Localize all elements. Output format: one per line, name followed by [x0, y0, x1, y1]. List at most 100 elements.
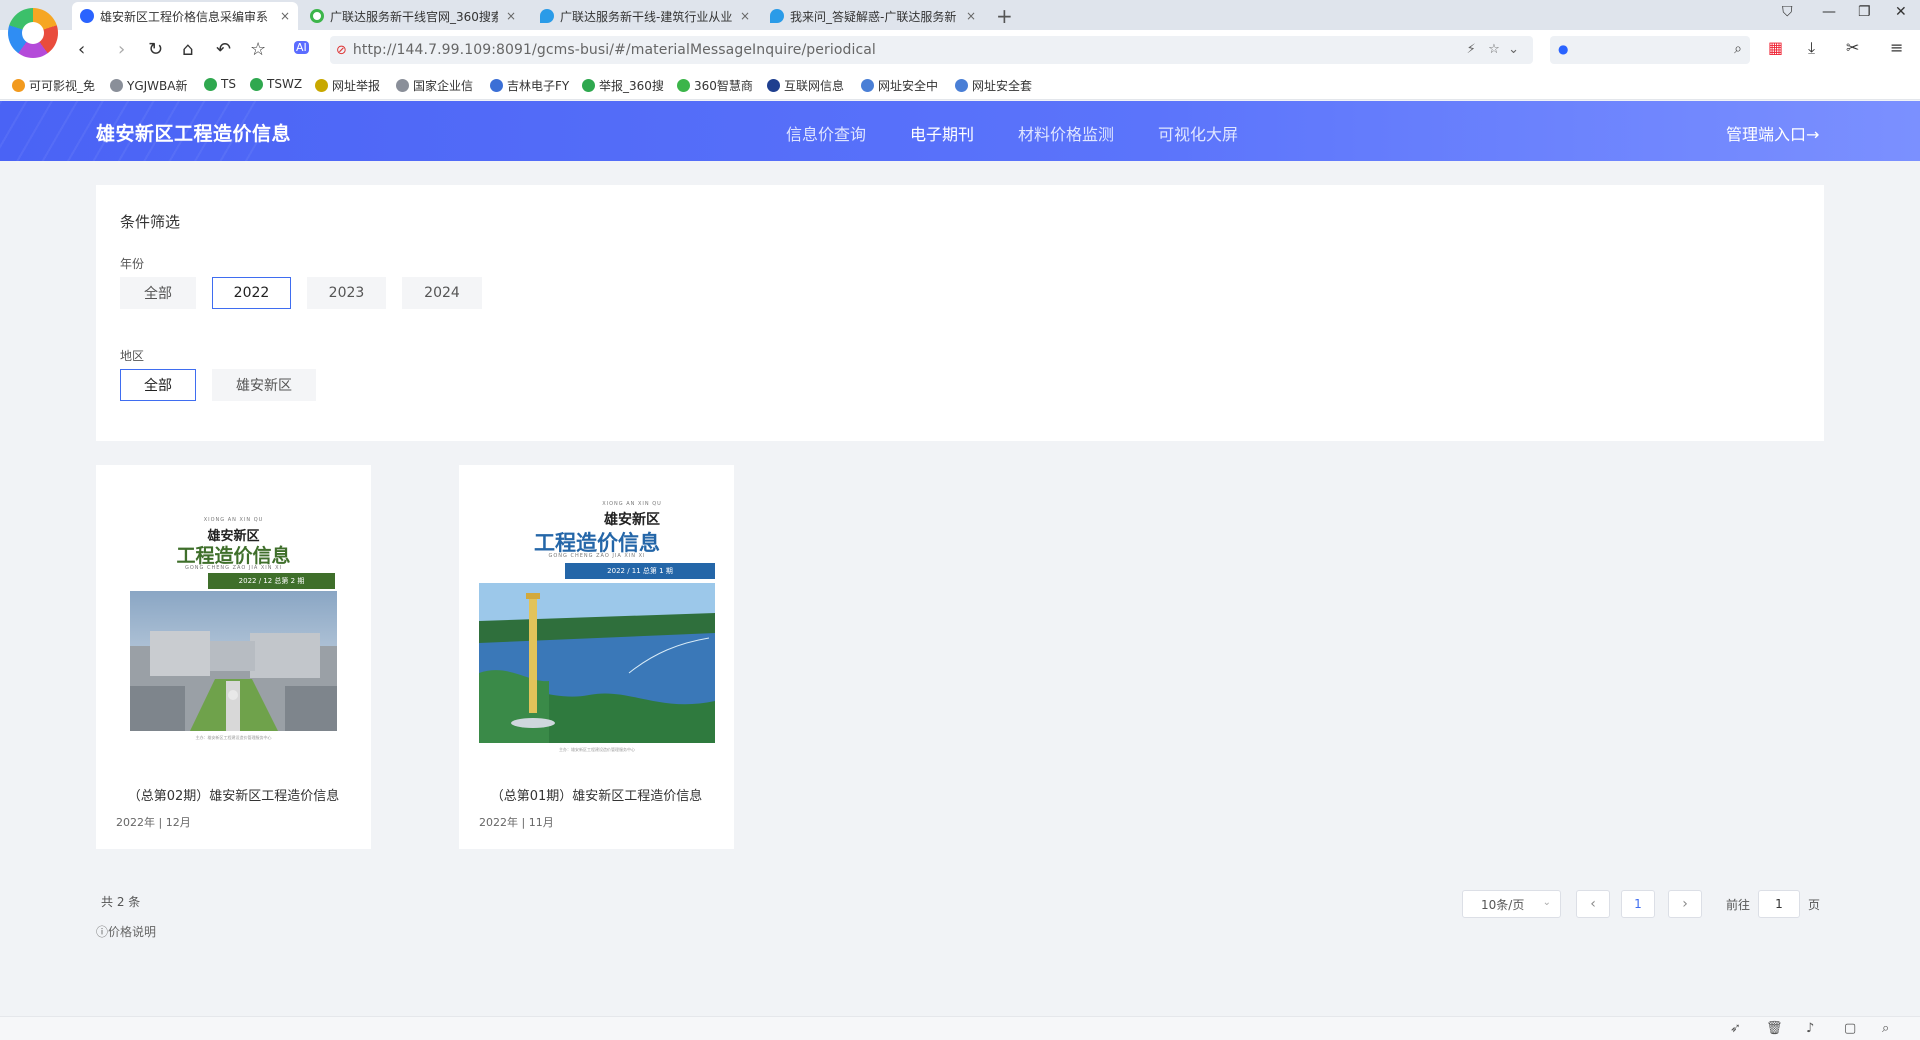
region-option-all[interactable]: 全部: [120, 369, 196, 401]
bookmark-icon: [582, 79, 595, 92]
bookmark-item[interactable]: 网址安全套: [955, 77, 1032, 94]
bookmark-icon: [204, 77, 217, 91]
journal-cover-image[interactable]: XIONG AN XIN QU 雄安新区 工程造价信息 GONG CHENG Z…: [130, 517, 337, 753]
shirt-skin-icon[interactable]: ⛉: [1782, 4, 1793, 20]
admin-entry-link[interactable]: 管理端入口→: [1726, 121, 1819, 145]
bookmark-icon: [955, 79, 968, 92]
year-option-2023[interactable]: 2023: [307, 277, 386, 309]
bookmark-icon: [250, 77, 263, 91]
search-icon[interactable]: ⌕: [1734, 41, 1742, 57]
bookmark-icon: [767, 79, 780, 92]
nav-visual-screen[interactable]: 可视化大屏: [1158, 121, 1238, 145]
apps-grid-icon[interactable]: ▦: [1768, 38, 1783, 57]
window-icon[interactable]: ▢: [1844, 1021, 1856, 1036]
year-option-all[interactable]: 全部: [120, 277, 196, 309]
bookmark-icon: [315, 79, 328, 92]
bookmark-item[interactable]: 网址举报: [315, 77, 380, 94]
bookmark-item[interactable]: 吉林电子FY: [490, 77, 569, 94]
next-page-button[interactable]: ›: [1668, 890, 1702, 918]
goto-page-input[interactable]: 1: [1758, 890, 1800, 918]
browser-logo-icon[interactable]: [8, 8, 58, 58]
site-header: 雄安新区工程造价信息 信息价查询 电子期刊 材料价格监测 可视化大屏 管理端入口…: [0, 101, 1920, 161]
trash-icon[interactable]: 🗑: [1766, 1021, 1783, 1036]
site-logo[interactable]: 雄安新区工程造价信息: [96, 119, 291, 146]
browser-tab[interactable]: 广联达服务新干线-建筑行业从业 ×: [532, 2, 758, 30]
tab-title: 广联达服务新干线官网_360搜索: [330, 9, 498, 24]
bookmark-item[interactable]: 互联网信息: [767, 77, 844, 94]
total-count: 共 2 条: [101, 895, 141, 909]
url-actions: ⚡ ☆ ⌄: [1466, 42, 1519, 57]
goto-suffix: 页: [1808, 898, 1821, 912]
bookmark-icon: [12, 79, 25, 92]
scissors-icon[interactable]: ✂: [1846, 38, 1859, 57]
nav-e-journal[interactable]: 电子期刊: [910, 121, 974, 145]
year-option-2022[interactable]: 2022: [212, 277, 291, 309]
bookmark-item[interactable]: TS: [204, 77, 236, 91]
page-number-current[interactable]: 1: [1621, 890, 1655, 918]
year-label: 年份: [120, 257, 145, 271]
browser-tab[interactable]: 我来问_答疑解惑-广联达服务新 ×: [762, 2, 984, 30]
prev-page-button[interactable]: ‹: [1576, 890, 1610, 918]
page-size-select[interactable]: 10条/页 ⌄: [1462, 890, 1561, 918]
bookmark-icon: [490, 79, 503, 92]
browser-tab[interactable]: 广联达服务新干线官网_360搜索 ×: [302, 2, 524, 30]
menu-icon[interactable]: ≡: [1890, 38, 1903, 57]
ai-icon[interactable]: AI: [294, 41, 309, 54]
site-favicon-icon: [80, 9, 94, 23]
region-label: 地区: [120, 349, 145, 363]
rocket-icon[interactable]: ➶: [1730, 1021, 1741, 1036]
search-input[interactable]: ● ⌕: [1550, 36, 1750, 64]
back-icon[interactable]: ‹: [78, 39, 85, 60]
journal-card[interactable]: XIONG AN XIN QU 雄安新区 工程造价信息 GONG CHENG Z…: [96, 465, 371, 849]
tab-title: 雄安新区工程价格信息采编审系: [100, 9, 269, 24]
glodon-favicon-icon: [770, 9, 784, 23]
bookmark-item[interactable]: 国家企业信: [396, 77, 473, 94]
filter-panel: 条件筛选 年份 全部 2022 2023 2024 地区 全部 雄安新区: [96, 185, 1824, 441]
tab-close-icon[interactable]: ×: [966, 9, 976, 23]
bookmark-icon: [110, 79, 123, 92]
bookmark-item[interactable]: 可可影视_免: [12, 77, 95, 94]
journal-date: 2022年 | 12月: [116, 816, 191, 829]
chevron-down-icon: ⌄: [1542, 897, 1551, 908]
year-option-2024[interactable]: 2024: [402, 277, 482, 309]
price-note-link[interactable]: ⓘ价格说明: [96, 923, 156, 940]
360-search-icon: [310, 9, 324, 23]
bookmark-item[interactable]: 举报_360搜: [582, 77, 664, 94]
speaker-icon[interactable]: ♪: [1806, 1021, 1814, 1036]
page-size-value: 10条/页: [1481, 897, 1525, 912]
reload-icon[interactable]: ↻: [148, 39, 163, 60]
minimize-icon[interactable]: —: [1822, 4, 1836, 20]
nav-material-price-monitor[interactable]: 材料价格监测: [1018, 121, 1114, 145]
home-icon[interactable]: ⌂: [182, 39, 193, 60]
close-window-icon[interactable]: ✕: [1895, 4, 1907, 20]
bookmark-item[interactable]: 360智慧商: [677, 77, 753, 94]
tab-close-icon[interactable]: ×: [280, 9, 290, 23]
nav-info-price-query[interactable]: 信息价查询: [786, 121, 866, 145]
bookmark-item[interactable]: YGJWBA新: [110, 77, 187, 94]
tab-close-icon[interactable]: ×: [740, 9, 750, 23]
url-bar[interactable]: ⊘ http://144.7.99.109:8091/gcms-busi/#/m…: [330, 36, 1533, 64]
favorite-star-icon[interactable]: ☆: [250, 39, 266, 60]
url-text: http://144.7.99.109:8091/gcms-busi/#/mat…: [352, 42, 876, 58]
bookmark-item[interactable]: 网址安全中: [861, 77, 938, 94]
journal-title[interactable]: （总第02期）雄安新区工程造价信息: [96, 785, 371, 804]
tab-close-icon[interactable]: ×: [506, 9, 516, 23]
download-icon[interactable]: ⤓: [1808, 38, 1815, 58]
bookmark-item[interactable]: TSWZ: [250, 77, 302, 91]
forward-icon[interactable]: ›: [118, 39, 125, 60]
journal-cover-image[interactable]: XIONG AN XIN QU 雄安新区 工程造价信息 GONG CHENG Z…: [479, 501, 715, 763]
tab-title: 广联达服务新干线-建筑行业从业: [560, 9, 732, 24]
new-tab-button[interactable]: +: [996, 4, 1013, 28]
browser-tab-active[interactable]: 雄安新区工程价格信息采编审系 ×: [72, 2, 298, 30]
browser-status-bar: ➶ 🗑 ♪ ▢ ⌕: [0, 1016, 1920, 1040]
zoom-icon[interactable]: ⌕: [1882, 1021, 1889, 1036]
undo-close-icon[interactable]: ↶: [216, 39, 231, 60]
journal-title[interactable]: （总第01期）雄安新区工程造价信息: [459, 785, 734, 804]
browser-tab-bar: 雄安新区工程价格信息采编审系 × 广联达服务新干线官网_360搜索 × 广联达服…: [0, 0, 1920, 58]
region-option-xiongan[interactable]: 雄安新区: [212, 369, 316, 401]
cover-photo-lake: [479, 583, 715, 743]
address-toolbar: ‹ › ↻ ⌂ ↶ ☆ AI ⊘ http://144.7.99.109:809…: [0, 30, 1920, 70]
insecure-lock-icon: ⊘: [336, 42, 347, 58]
restore-icon[interactable]: ❐: [1858, 4, 1871, 20]
journal-card[interactable]: XIONG AN XIN QU 雄安新区 工程造价信息 GONG CHENG Z…: [459, 465, 734, 849]
